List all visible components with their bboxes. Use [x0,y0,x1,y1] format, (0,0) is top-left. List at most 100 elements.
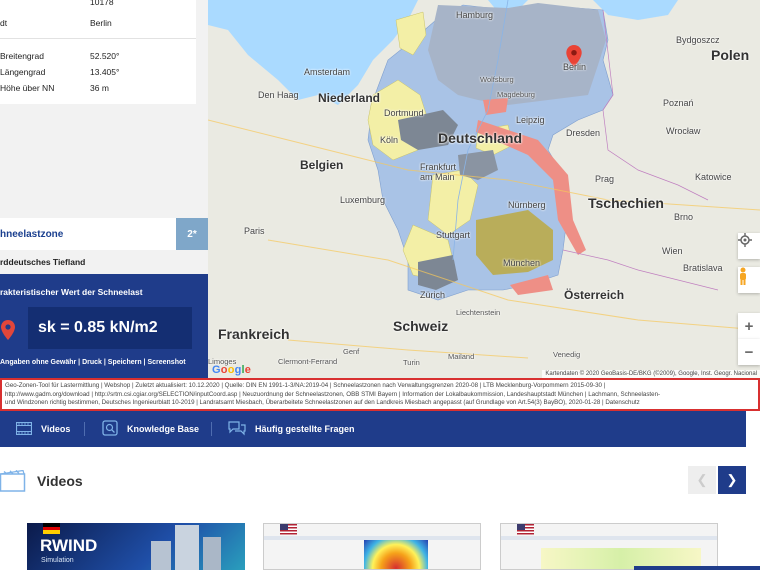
video-thumbnail[interactable]: RWIND Simulation [27,523,245,570]
nav-faq-label: Häufig gestellte Fragen [255,424,355,434]
map-label-wroclaw: Wrocław [666,126,701,136]
nav-videos[interactable]: Videos [15,411,71,447]
zoom-in-button[interactable]: + [738,313,760,339]
elevation-value: 36 m [90,83,109,93]
nav-knowledge-base[interactable]: Knowledge Base [102,411,199,447]
map-label-luxemburg: Luxemburg [340,195,386,205]
sources-line[interactable]: http://www.gadm.org/download | http://sr… [5,391,755,400]
fem-result-render [364,540,428,569]
german-flag-icon [43,523,60,534]
longitude-value: 13.405° [90,67,120,77]
map-label-turin: Turin [403,358,420,367]
nav-separator [211,422,212,436]
city-label: dt [0,18,8,28]
video-thumbnail[interactable] [500,523,718,570]
snow-load-box: rakteristischer Wert der Schneelast sk =… [0,274,208,378]
map-label-frankfurt: Frankfurt am Main [420,162,457,182]
map-label-stuttgart: Stuttgart [436,230,471,240]
google-logo-letter: G [212,364,221,376]
videos-section-title: Videos [37,473,83,489]
map-label-munchen: München [503,258,541,268]
nav-faq[interactable]: Häufig gestellte Fragen [228,411,355,447]
map-label-polen: Polen [711,47,750,63]
map-label-koln: Köln [380,135,399,145]
google-logo-letter: g [234,364,242,376]
snow-load-value: sk = 0.85 kN/m2 [28,307,192,349]
map-label-dresden: Dresden [566,128,601,138]
sources-line[interactable]: Geo-Zonen-Tool für Lastermittlung | Webs… [5,382,755,391]
film-strip-icon [0,469,26,497]
nav-separator [84,422,85,436]
knowledge-base-icon [102,420,118,438]
map-attribution[interactable]: Kartendaten © 2020 GeoBasis-DE/BKG (©200… [542,370,760,378]
zone-badge: 2* [176,218,208,250]
thumbnail-subtitle: Simulation [41,557,74,564]
snow-load-value-text: sk = 0.85 kN/m2 [38,319,158,336]
map-label-tschechien: Tschechien [588,195,664,211]
sources-line[interactable]: und Windzonen richtig bestimmen, Deutsch… [5,399,755,408]
us-flag-icon [517,524,534,535]
map-label-poznan: Poznań [663,98,694,108]
nav-bar: Videos Knowledge Base Häufig gestellte F… [0,411,746,447]
city-value: Berlin [90,18,112,28]
nav-videos-label: Videos [41,424,71,434]
map-label-hamburg: Hamburg [456,10,494,20]
map-label-wien: Wien [662,246,683,256]
map-background [208,0,760,359]
zoom-out-button[interactable]: − [738,339,760,365]
pegman-icon [740,267,746,285]
building-render [151,541,171,570]
map-label-berlin: Berlin [563,62,587,72]
map-label-osterreich: Österreich [564,288,625,302]
map-label-nurnberg: Nürnberg [508,200,546,210]
google-logo-letter: e [244,364,252,376]
carousel-prev-button[interactable]: ❮ [688,466,716,494]
elevation-label: Höhe über NN [0,83,55,93]
nav-knowledge-base-label: Knowledge Base [127,424,200,434]
postal-code-value: 10178 [90,0,114,7]
sources-strip: Geo-Zonen-Tool für Lastermittlung | Webs… [0,378,760,411]
map-label-bydgoszcz: Bydgoszcz [676,35,720,45]
snow-load-zone-label: hneelastzone [0,229,64,240]
map-label-denhaag: Den Haag [258,90,299,100]
map[interactable]: Hamburg Bydgoszcz Polen Amsterdam Berlin… [208,0,760,378]
snow-load-title: rakteristischer Wert der Schneelast [0,287,143,297]
map-label-genf: Genf [343,347,360,356]
thumbnail-title: RWIND [40,536,98,555]
page: 10178 dt Berlin Breitengrad 52.520° Läng… [0,0,760,570]
software-toolbar [501,536,717,540]
map-label-liechtenstein: Liechtenstein [456,308,501,317]
map-label-clermont: Clermont-Ferrand [278,357,338,366]
google-logo[interactable]: Google [212,364,251,376]
street-view-button[interactable] [738,267,760,293]
film-icon [15,421,33,437]
zone-name: rddeutsches Tiefland [0,257,86,267]
location-pin-icon [1,320,15,345]
map-label-venedig: Venedig [553,350,581,359]
map-label-belgien: Belgien [300,158,344,172]
map-label-frankreich: Frankreich [218,326,290,342]
map-label-amsterdam: Amsterdam [304,67,351,77]
map-label-leipzig: Leipzig [516,115,545,125]
map-label-bratislava: Bratislava [683,263,723,273]
my-location-button[interactable] [738,233,760,259]
map-label-prag: Prag [595,174,615,184]
video-thumbnail[interactable] [263,523,481,570]
crosshair-icon [738,233,752,247]
location-panel: 10178 dt Berlin Breitengrad 52.520° Läng… [0,0,208,378]
building-render [203,537,221,570]
google-logo-letter: o [227,364,235,376]
videos-section-header: Videos ❮ ❯ [0,466,760,498]
google-logo-letter: o [220,364,228,376]
latitude-label: Breitengrad [0,51,44,61]
chat-bubbles-icon [228,420,246,438]
map-label-brno: Brno [674,212,694,222]
carousel-next-button[interactable]: ❯ [718,466,746,494]
snow-load-links[interactable]: Angaben ohne Gewähr | Druck | Speichern … [0,359,186,366]
building-render [175,525,199,570]
map-label-katowice: Katowice [695,172,732,182]
snow-load-zone-tab[interactable]: hneelastzone 2* [0,218,208,250]
map-label-magdeburg: Magdeburg [497,90,535,99]
card-divider [0,38,196,39]
map-label-dortmund: Dortmund [384,108,424,118]
